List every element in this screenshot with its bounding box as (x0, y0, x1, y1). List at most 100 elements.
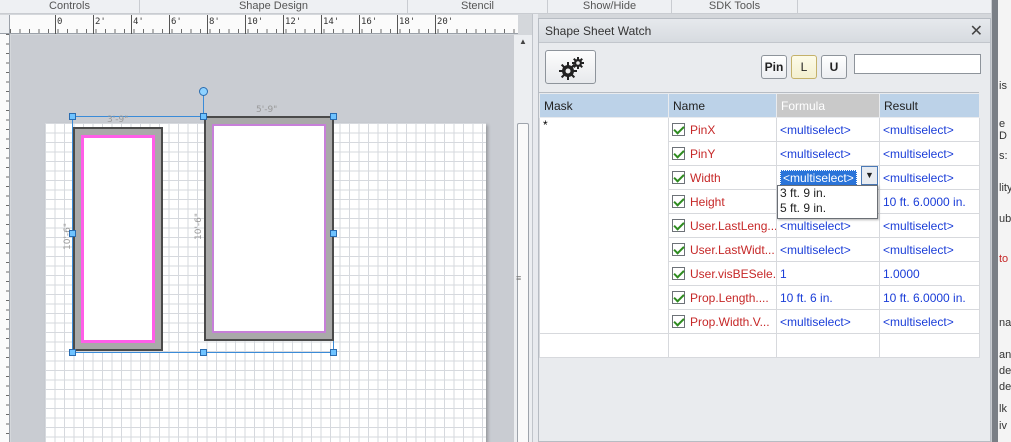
cell-formula[interactable]: <multiselect> (776, 237, 880, 262)
ruler-major-tick (207, 15, 208, 34)
formula-edit-value[interactable]: <multiselect> (780, 169, 857, 186)
settings-button[interactable] (545, 50, 596, 84)
cell-name: PinY (690, 146, 716, 161)
empty-cell[interactable] (668, 333, 777, 358)
u-toggle-button[interactable]: U (821, 55, 847, 79)
ruler-label: 16' (361, 17, 378, 27)
cell-result: <multiselect> (879, 309, 980, 334)
cell-formula[interactable]: <multiselect> (776, 141, 880, 166)
cell-name: User.LastWidt... (690, 242, 775, 257)
clipped-text: s: (999, 150, 1008, 162)
ruler-major-tick (321, 15, 322, 34)
resize-handle-e[interactable] (330, 230, 337, 237)
ruler-major-tick (55, 15, 56, 34)
vertical-ruler[interactable] (0, 34, 10, 442)
l-toggle-button[interactable]: L (791, 55, 817, 79)
dropdown-option[interactable]: 3 ft. 9 in. (778, 186, 877, 201)
cell-result: <multiselect> (879, 213, 980, 238)
cell-formula[interactable]: 1 (776, 261, 880, 286)
column-header-mask[interactable]: Mask (539, 93, 669, 118)
shape-2-inner (212, 124, 326, 333)
ruler-major-tick (245, 15, 246, 34)
cell-result: <multiselect> (879, 141, 980, 166)
pin-button[interactable]: Pin (761, 55, 787, 79)
dimension-label-width-1: 3'-9" (107, 115, 129, 125)
row-checkbox[interactable] (672, 170, 685, 184)
row-checkbox[interactable] (672, 314, 685, 328)
chevron-down-icon: ▼ (865, 170, 874, 180)
resize-handle-n[interactable] (200, 113, 207, 120)
column-header-name[interactable]: Name (668, 93, 777, 118)
cell-result: 10 ft. 6.0000 in. (879, 189, 980, 214)
ruler-label: 14' (323, 17, 340, 27)
ruler-label: 0 (57, 17, 63, 27)
resize-handle-sw[interactable] (69, 349, 76, 356)
adjacent-pane-clipped: is e D s: lity ub to na an de de lk iv (991, 0, 1011, 442)
resize-handle-ne[interactable] (330, 113, 337, 120)
clipped-text: iv (999, 420, 1007, 432)
cell-result: <multiselect> (879, 117, 980, 142)
row-checkbox[interactable] (672, 194, 685, 208)
cell-formula[interactable]: <multiselect> (776, 309, 880, 334)
clipped-text: de (999, 381, 1011, 393)
cell-formula[interactable]: 10 ft. 6 in. (776, 285, 880, 310)
ruler-label: 4' (133, 17, 144, 27)
mask-cell[interactable]: * (539, 117, 669, 334)
rotation-handle[interactable] (199, 87, 208, 96)
table-row[interactable]: * PinX <multiselect> <multiselect> (539, 117, 980, 334)
gears-icon (559, 57, 584, 80)
formula-dropdown-button[interactable]: ▼ (861, 166, 878, 185)
resize-handle-s[interactable] (200, 349, 207, 356)
watch-title-bar: Shape Sheet Watch ✕ (539, 19, 990, 43)
ruler-major-tick (397, 15, 398, 34)
resize-handle-w[interactable] (69, 230, 76, 237)
close-icon[interactable]: ✕ (970, 21, 983, 41)
dimension-label-width-2: 5'-9" (256, 105, 278, 115)
ribbon-group-sdk-tools: SDK Tools (672, 0, 798, 14)
empty-cell[interactable] (539, 333, 669, 358)
row-checkbox[interactable] (672, 122, 685, 136)
dropdown-option[interactable]: 5 ft. 9 in. (778, 201, 877, 216)
ruler-major-tick (131, 15, 132, 34)
empty-cell[interactable] (879, 333, 980, 358)
pane-edge (992, 0, 998, 442)
row-checkbox[interactable] (672, 290, 685, 304)
ruler-label: 20' (437, 17, 454, 27)
row-checkbox[interactable] (672, 218, 685, 232)
ribbon-group-labels: Controls Shape Design Stencil Show/Hide … (0, 0, 1011, 14)
clipped-text: e D (999, 118, 1007, 142)
row-checkbox[interactable] (672, 266, 685, 280)
clipped-text: lk (999, 403, 1007, 415)
column-header-result[interactable]: Result (879, 93, 980, 118)
row-checkbox[interactable] (672, 146, 685, 160)
dimension-label-height-2: 10'-6" (194, 212, 204, 240)
canvas-vertical-scrollbar[interactable]: ▲ ≡ (513, 35, 532, 442)
ruler-major-tick (169, 15, 170, 34)
table-row-empty[interactable] (539, 333, 980, 358)
shape-rectangle-2[interactable] (204, 116, 334, 341)
empty-cell[interactable] (776, 333, 880, 358)
ruler-label: 6' (171, 17, 182, 27)
resize-handle-nw[interactable] (69, 113, 76, 120)
horizontal-ruler[interactable]: 0 2' 4' 6' 8' 10' 12' 14' 16' 18' 20' (10, 15, 518, 34)
clipped-text: na (999, 317, 1011, 329)
drawing-canvas[interactable]: 3'-9" 5'-9" 10'-6" 10'-6" (11, 35, 513, 442)
scroll-up-icon[interactable]: ▲ (519, 37, 527, 46)
ribbon-group-stencil: Stencil (408, 0, 548, 14)
column-header-formula[interactable]: Formula (776, 93, 880, 118)
resize-handle-se[interactable] (330, 349, 337, 356)
cell-result: <multiselect> (879, 237, 980, 262)
ruler-major-tick (93, 15, 94, 34)
cell-formula[interactable]: <multiselect> (776, 117, 880, 142)
cell-name: Prop.Width.V... (690, 314, 770, 329)
ruler-major-tick (283, 15, 284, 34)
shape-rectangle-1[interactable] (73, 127, 163, 351)
formula-dropdown-list[interactable]: 3 ft. 9 in. 5 ft. 9 in. (777, 185, 878, 219)
search-input[interactable] (854, 54, 981, 74)
row-checkbox[interactable] (672, 242, 685, 256)
cell-name: Prop.Length.... (690, 290, 769, 305)
clipped-text: is (999, 80, 1007, 92)
clipped-text: an (999, 349, 1011, 361)
cell-name: PinX (690, 122, 716, 137)
ruler-major-tick (359, 15, 360, 34)
